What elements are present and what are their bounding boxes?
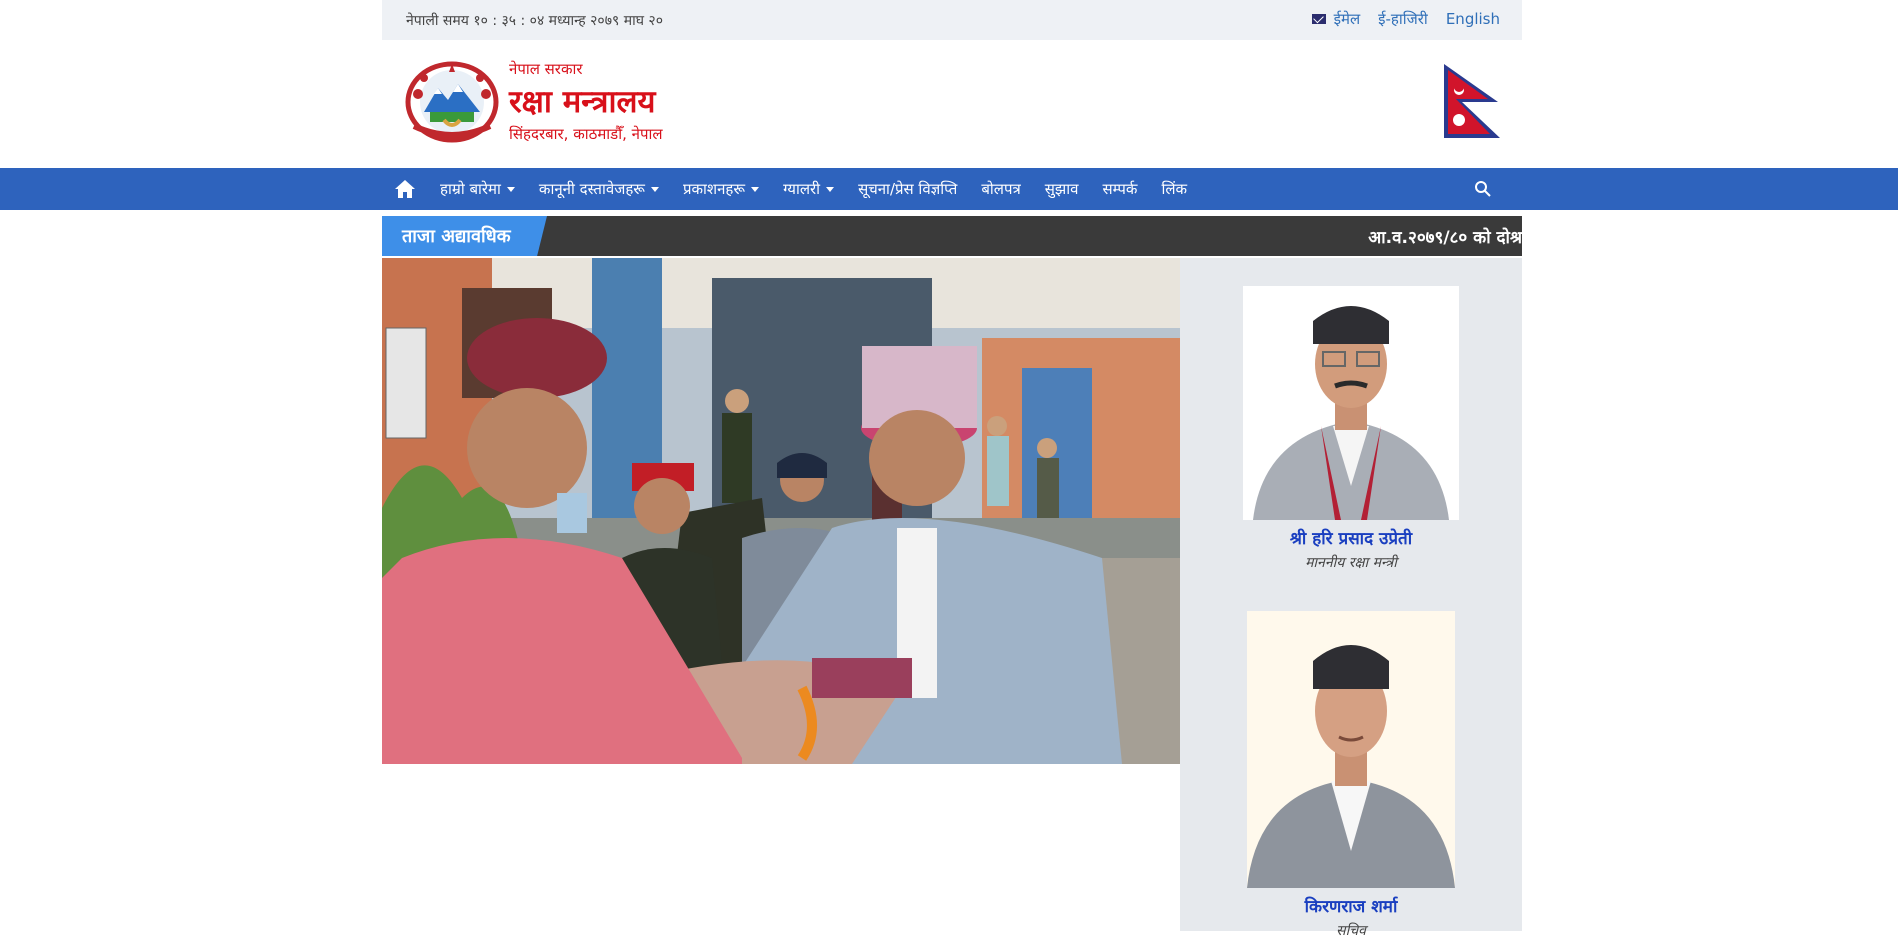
news-ticker: ताजा अद्यावधिक आ.व.२०७९/८० को दोश्र [382,216,1522,256]
email-label: ईमेल [1333,10,1361,28]
hero-slider-image[interactable] [382,258,1180,764]
government-label: नेपाल सरकार [509,60,583,78]
official-card-secretary[interactable]: किरणराज शर्मा सचिव [1180,611,1522,940]
site-header: नेपाल सरकार रक्षा मन्त्रालय सिंहदरबार, क… [382,40,1522,168]
ministry-title[interactable]: रक्षा मन्त्रालय [509,80,663,122]
nav-label: हाम्रो बारेमा [440,180,501,198]
nav-label: कानूनी दस्तावेजहरू [538,180,645,198]
nav-item-about[interactable]: हाम्रो बारेमा [428,168,527,210]
caret-down-icon [826,186,835,192]
ticker-news-item[interactable]: आ.व.२०७९/८० को दोश्र [1368,225,1522,248]
nav-item-legal-documents[interactable]: कानूनी दस्तावेजहरू [527,168,671,210]
ministry-address: सिंहदरबार, काठमाडौँ, नेपाल [509,125,663,143]
hero-photo [382,258,1180,764]
nepal-emblem-logo[interactable] [404,60,500,144]
search-icon[interactable] [1474,180,1492,198]
main-nav: हाम्रो बारेमा कानूनी दस्तावेजहरू प्रकाशन… [382,168,1522,210]
nav-item-notices[interactable]: सूचना/प्रेस विज्ञप्ति [846,168,969,210]
nav-item-publications[interactable]: प्रकाशनहरू [671,168,771,210]
nav-item-gallery[interactable]: ग्यालरी [771,168,846,210]
nav-label: सम्पर्क [1102,180,1138,198]
official-photo [1247,611,1455,888]
nav-item-links[interactable]: लिंक [1149,168,1199,210]
official-name[interactable]: किरणराज शर्मा [1180,894,1522,917]
email-link[interactable]: ईमेल [1311,9,1361,29]
official-name[interactable]: श्री हरि प्रसाद उप्रेती [1180,526,1522,549]
nav-label: प्रकाशनहरू [682,180,746,198]
nav-item-contact[interactable]: सम्पर्क [1090,168,1149,210]
nav-label: ग्यालरी [783,180,821,198]
secretary-portrait [1247,611,1455,888]
top-bar: नेपाली समय १० : ३५ : ०४ मध्यान्ह २०७९ मा… [382,0,1522,40]
nav-item-tenders[interactable]: बोलपत्र [969,168,1032,210]
official-card-minister[interactable]: श्री हरि प्रसाद उप्रेती माननीय रक्षा मन्… [1180,286,1522,572]
nav-label: लिंक [1161,180,1188,198]
officials-sidebar: श्री हरि प्रसाद उप्रेती माननीय रक्षा मन्… [1180,258,1522,939]
ehajiri-link[interactable]: ई-हाजिरी [1378,9,1428,29]
official-role: माननीय रक्षा मन्त्री [1305,555,1397,571]
nepal-flag-icon [1444,64,1500,138]
nav-item-suggestions[interactable]: सुझाव [1033,168,1091,210]
official-photo [1243,286,1459,520]
minister-portrait [1243,286,1459,520]
nepali-time: नेपाली समय १० : ३५ : ०४ मध्यान्ह २०७९ मा… [406,13,663,29]
nav-label: सुझाव [1044,180,1079,198]
site-titles: नेपाल सरकार रक्षा मन्त्रालय सिंहदरबार, क… [509,59,663,144]
top-links: ईमेल ई-हाजिरी English [1311,9,1500,29]
nav-label: सूचना/प्रेस विज्ञप्ति [858,180,958,198]
caret-down-icon [751,186,760,192]
main-navbar: हाम्रो बारेमा कानूनी दस्तावेजहरू प्रकाशन… [0,168,1898,210]
home-link[interactable] [382,168,428,210]
envelope-icon [1311,14,1326,24]
nav-label: बोलपत्र [981,180,1021,198]
caret-down-icon [506,186,515,192]
home-icon [395,180,415,198]
ticker-label: ताजा अद्यावधिक [382,216,547,256]
english-link[interactable]: English [1446,10,1500,28]
caret-down-icon [650,186,659,192]
